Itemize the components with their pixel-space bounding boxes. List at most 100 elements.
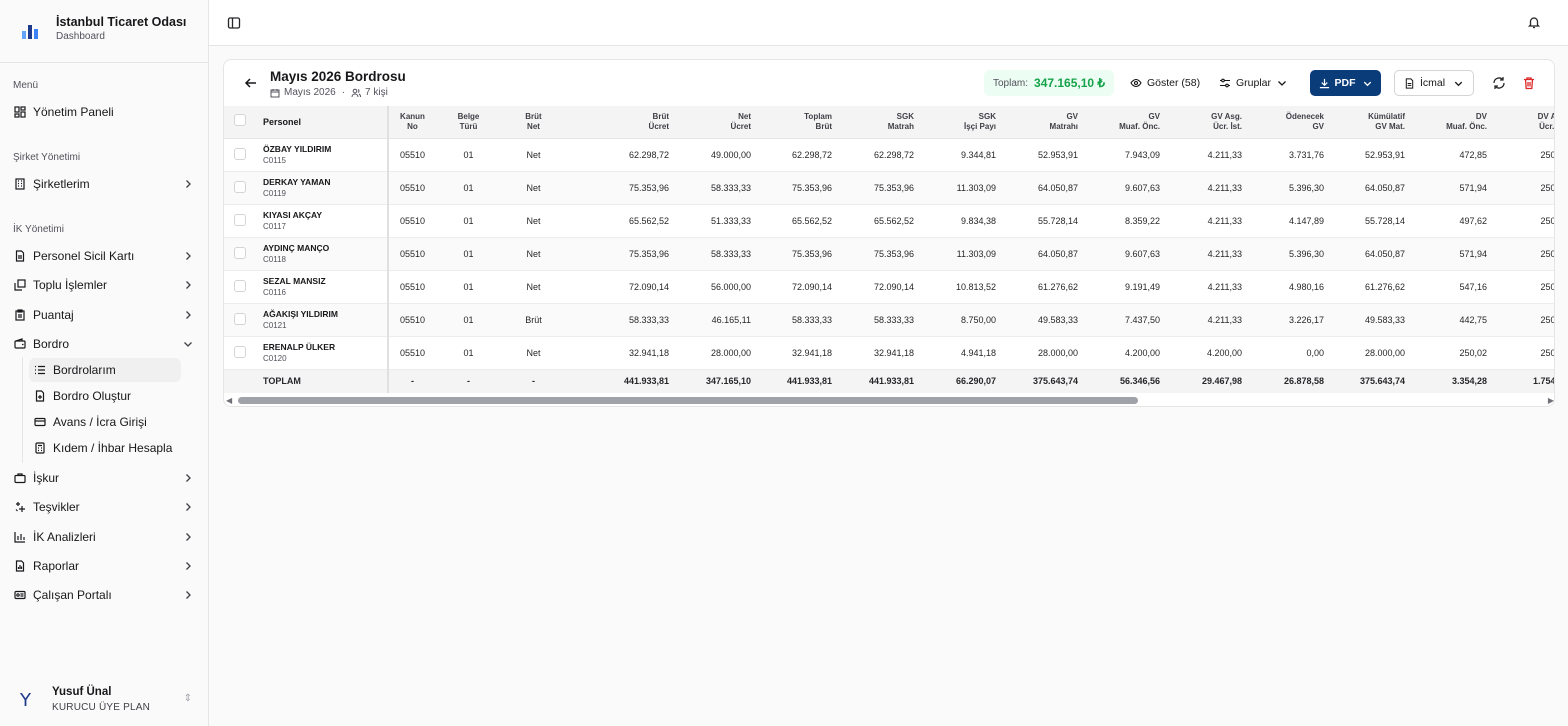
total-cell: 441.933,81 (838, 369, 920, 393)
sidebar-item-puantaj[interactable]: Puantaj (8, 302, 198, 328)
sidebar-subitem-avans-icra[interactable]: Avans / İcra Girişi (29, 410, 181, 434)
payroll-table-container[interactable]: Personel Kanun No Belge Türü Brüt Net Brüt Ü… (224, 106, 1554, 394)
row-checkbox[interactable] (224, 270, 256, 304)
table-cell: 4.980,16 (1248, 270, 1330, 304)
column-header[interactable]: DV Muaf. Önc. (1411, 106, 1493, 139)
column-header[interactable]: GV Asg. Ücr. İst. (1166, 106, 1248, 139)
table-row[interactable]: KIYASI AKÇAY C0117 05510 01 Net 65.562,52 51.3… (224, 204, 1554, 238)
table-cell: 4.200,00 (1166, 336, 1248, 370)
bell-icon[interactable] (1527, 15, 1541, 29)
person-cell[interactable]: KIYASI AKÇAY C0117 (256, 204, 389, 238)
payroll-card: Mayıs 2026 Bordrosu Mayıs 2026 · 7 kişi … (223, 59, 1555, 407)
back-arrow-icon[interactable] (244, 76, 258, 90)
icmal-button[interactable]: İcmal (1394, 70, 1474, 96)
trash-icon[interactable] (1522, 76, 1536, 90)
sidebar-item-yonetim-paneli[interactable]: Yönetim Paneli (8, 99, 198, 125)
column-header[interactable]: Kanun No (388, 106, 436, 139)
person-cell[interactable]: SEZAL MANSIZ C0116 (256, 270, 389, 304)
sidebar-subitem-bordrolarim[interactable]: Bordrolarım (29, 358, 181, 382)
table-cell: 62.298,72 (838, 138, 920, 172)
row-checkbox[interactable] (224, 303, 256, 337)
chevron-right-icon (186, 591, 191, 599)
column-header[interactable]: Brüt Ücret (566, 106, 675, 139)
person-cell[interactable]: ERENALP ÜLKER C0120 (256, 336, 389, 370)
select-all-checkbox[interactable] (224, 106, 256, 139)
scroll-right-icon[interactable]: ▶ (1548, 396, 1554, 405)
table-row[interactable]: AYDINÇ MANÇO C0118 05510 01 Net 75.353,96 58.3… (224, 237, 1554, 271)
table-cell: 4.211,33 (1166, 270, 1248, 304)
row-checkbox[interactable] (224, 237, 256, 271)
row-checkbox[interactable] (224, 138, 256, 172)
sidebar-item-personel-sicil[interactable]: Personel Sicil Kartı (8, 243, 198, 269)
table-cell: 72.090,14 (566, 270, 675, 304)
user-menu[interactable]: Y Yusuf Ünal KURUCU ÜYE PLAN ⇕ (20, 686, 200, 716)
show-columns-button[interactable]: Göster (58) (1130, 70, 1200, 96)
table-cell: 4.147,89 (1248, 204, 1330, 238)
table-cell: 49.583,33 (1002, 303, 1084, 337)
person-cell[interactable]: AĞAKIŞI YILDIRIM C0121 (256, 303, 389, 337)
user-name: Yusuf Ünal (52, 686, 112, 698)
row-checkbox[interactable] (224, 204, 256, 238)
table-cell: 4.211,33 (1166, 303, 1248, 337)
table-cell: 250,70 (1493, 237, 1554, 271)
brand-subtitle: Dashboard (56, 31, 105, 42)
table-cell: 7.437,50 (1084, 303, 1166, 337)
table-cell: 51.333,33 (675, 204, 757, 238)
table-cell: 75.353,96 (757, 171, 838, 205)
table-cell: 05510 (388, 138, 436, 172)
refresh-icon[interactable] (1492, 76, 1506, 90)
table-row[interactable]: ERENALP ÜLKER C0120 05510 01 Net 32.941,18 28.… (224, 336, 1554, 370)
column-header[interactable]: SGK İşçi Payı (920, 106, 1002, 139)
table-row[interactable]: AĞAKIŞI YILDIRIM C0121 05510 01 Brüt 58.333,3… (224, 303, 1554, 337)
sidebar-subitem-kidem-ihbar[interactable]: Kıdem / İhbar Hesapla (29, 436, 181, 460)
sidebar-item-calisan-portali[interactable]: Çalışan Portalı (8, 582, 198, 608)
row-checkbox[interactable] (224, 336, 256, 370)
section-label-sirket: Şirket Yönetimi (13, 152, 81, 163)
table-cell: 250,70 (1493, 270, 1554, 304)
pdf-button[interactable]: PDF (1310, 70, 1381, 96)
table-cell: 4.211,33 (1166, 171, 1248, 205)
scroll-left-icon[interactable]: ◀ (226, 396, 232, 405)
table-cell: 11.303,09 (920, 237, 1002, 271)
total-cell: 1.754,22 (1493, 369, 1554, 393)
horizontal-scrollbar[interactable]: ◀ ▶ (226, 394, 1554, 406)
sidebar-item-ik-analizleri[interactable]: İK Analizleri (8, 524, 198, 550)
column-header[interactable]: Ödenecek GV (1248, 106, 1330, 139)
sidebar-item-bordro[interactable]: Bordro (8, 331, 198, 357)
column-header[interactable]: Net Ücret (675, 106, 757, 139)
sidebar: İstanbul Ticaret Odası Dashboard Menü Yö… (0, 0, 209, 726)
column-header[interactable]: Brüt Net (501, 106, 566, 139)
sidebar-item-iskur[interactable]: İşkur (8, 465, 198, 491)
brand[interactable]: İstanbul Ticaret Odası Dashboard (22, 14, 186, 44)
person-cell[interactable]: DERKAY YAMAN C0119 (256, 171, 389, 205)
person-cell[interactable]: AYDINÇ MANÇO C0118 (256, 237, 389, 271)
column-header-personel[interactable]: Personel (256, 106, 389, 139)
table-row[interactable]: ÖZBAY YILDIRIM C0115 05510 01 Net 62.298,72 49… (224, 138, 1554, 172)
column-header[interactable]: DV Asg.Ücr. İst. (1493, 106, 1554, 139)
sidebar-item-raporlar[interactable]: Raporlar (8, 553, 198, 579)
sidebar-subitem-bordro-olustur[interactable]: Bordro Oluştur (29, 384, 181, 408)
table-cell: 61.276,62 (1330, 270, 1411, 304)
column-header[interactable]: GV Muaf. Önc. (1084, 106, 1166, 139)
table-cell: 250,02 (1411, 336, 1493, 370)
scroll-thumb[interactable] (238, 397, 1138, 404)
sidebar-item-tesvikler[interactable]: Teşvikler (8, 494, 198, 520)
table-cell: 01 (436, 237, 501, 271)
column-header[interactable]: Kümülatif GV Mat. (1330, 106, 1411, 139)
sidebar-item-toplu-islemler[interactable]: Toplu İşlemler (8, 272, 198, 298)
column-header[interactable]: Toplam Brüt (757, 106, 838, 139)
sidebar-toggle-icon[interactable] (227, 16, 241, 30)
payroll-period: Mayıs 2026 (284, 87, 336, 98)
table-row[interactable]: DERKAY YAMAN C0119 05510 01 Net 75.353,96 58.3… (224, 171, 1554, 205)
table-row[interactable]: SEZAL MANSIZ C0116 05510 01 Net 72.090,14 56.0… (224, 270, 1554, 304)
sidebar-item-sirketlerim[interactable]: Şirketlerim (8, 171, 198, 197)
person-cell[interactable]: ÖZBAY YILDIRIM C0115 (256, 138, 389, 172)
column-header[interactable]: SGK Matrah (838, 106, 920, 139)
table-cell: 01 (436, 204, 501, 238)
row-checkbox[interactable] (224, 171, 256, 205)
groups-button[interactable]: Gruplar (1219, 70, 1288, 96)
person-code: C0115 (263, 155, 286, 165)
column-header[interactable]: Belge Türü (436, 106, 501, 139)
person-code: C0117 (263, 221, 286, 231)
column-header[interactable]: GV Matrahı (1002, 106, 1084, 139)
